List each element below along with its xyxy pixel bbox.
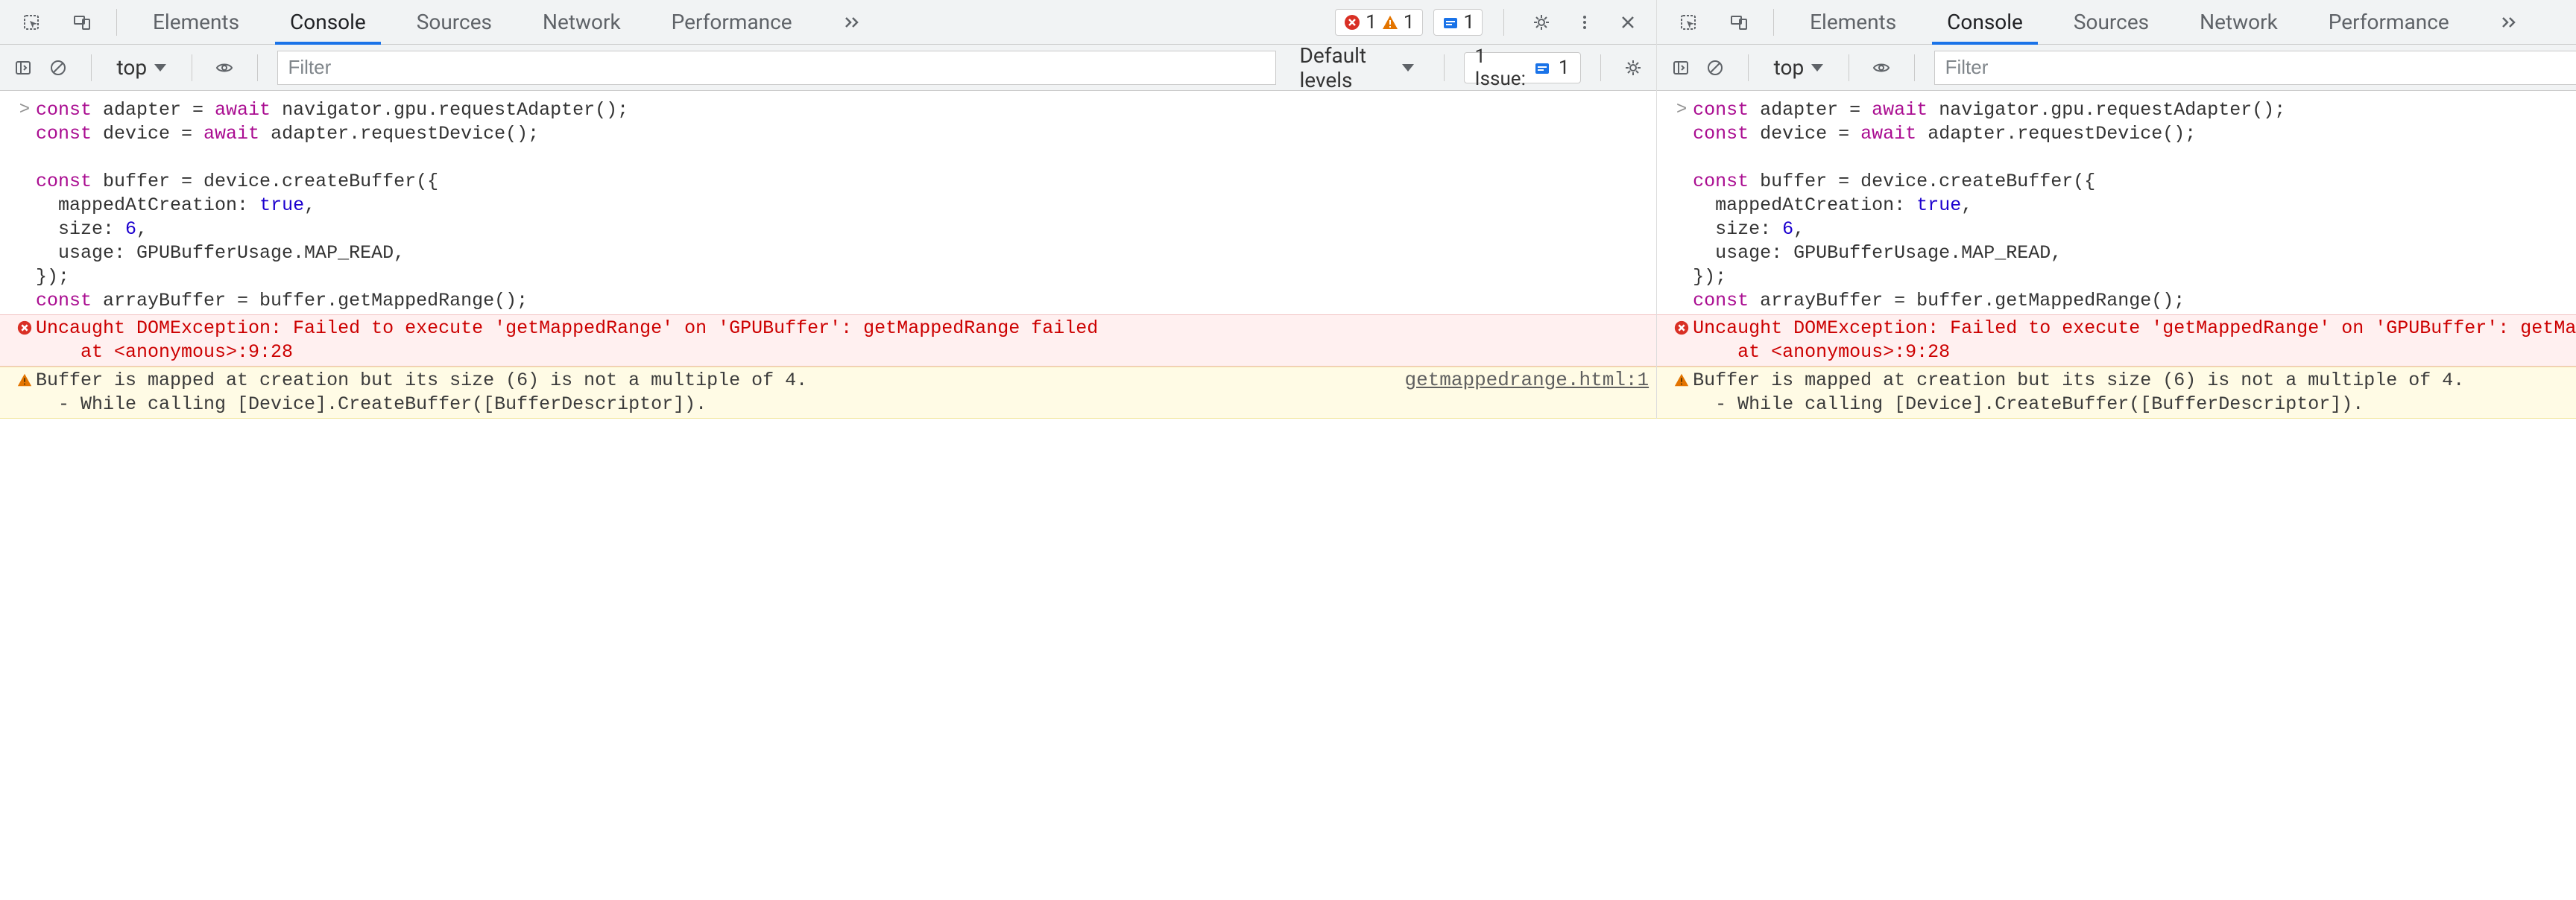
issues-label: 1 Issue: bbox=[1475, 45, 1526, 90]
live-expression-button[interactable] bbox=[212, 51, 238, 84]
tab-overflow[interactable] bbox=[818, 0, 886, 44]
error-count-badge[interactable]: 1 1 bbox=[1335, 9, 1422, 36]
warning-icon bbox=[13, 369, 36, 388]
console-warning-row[interactable]: Buffer is mapped at creation but its siz… bbox=[1657, 367, 2576, 419]
device-toolbar-button[interactable] bbox=[66, 6, 98, 39]
prompt-icon: > bbox=[13, 98, 36, 122]
toggle-sidebar-button[interactable] bbox=[1667, 51, 1693, 84]
console-error-row[interactable]: Uncaught DOMException: Failed to execute… bbox=[1657, 314, 2576, 367]
info-icon bbox=[1442, 13, 1459, 31]
issues-count: 1 bbox=[1559, 57, 1570, 79]
console-output: > const adapter = await navigator.gpu.re… bbox=[0, 91, 1656, 419]
tab-label: Elements bbox=[1810, 10, 1896, 34]
tab-elements[interactable]: Elements bbox=[1784, 0, 1922, 44]
levels-label: Default levels bbox=[1300, 43, 1395, 92]
divider bbox=[1773, 9, 1774, 36]
console-input-row[interactable]: > const adapter = await navigator.gpu.re… bbox=[1657, 97, 2576, 314]
tab-elements[interactable]: Elements bbox=[127, 0, 265, 44]
device-toolbar-button[interactable] bbox=[1723, 6, 1755, 39]
tab-label: Network bbox=[2200, 10, 2278, 34]
tab-performance[interactable]: Performance bbox=[2303, 0, 2475, 44]
chevron-down-icon bbox=[1811, 64, 1823, 72]
tab-overflow[interactable] bbox=[2475, 0, 2543, 44]
tab-sources[interactable]: Sources bbox=[2048, 0, 2174, 44]
main-tabbar: Elements Console Sources Network Perform… bbox=[1657, 0, 2576, 45]
info-count-badge[interactable]: 1 bbox=[1433, 9, 1483, 36]
tab-network[interactable]: Network bbox=[517, 0, 646, 44]
console-error-row[interactable]: Uncaught DOMException: Failed to execute… bbox=[0, 314, 1656, 367]
execution-context-select[interactable]: top bbox=[110, 55, 172, 80]
inspect-element-button[interactable] bbox=[15, 6, 48, 39]
inspect-element-button[interactable] bbox=[1672, 6, 1705, 39]
close-devtools-button[interactable] bbox=[1611, 6, 1644, 39]
panel-tabs: Elements Console Sources Network Perform… bbox=[1784, 0, 2543, 44]
tab-label: Console bbox=[1947, 10, 2023, 34]
tab-console[interactable]: Console bbox=[265, 0, 391, 44]
devtools-panel-right: Elements Console Sources Network Perform… bbox=[1657, 0, 2576, 419]
divider bbox=[1914, 54, 1915, 81]
settings-button[interactable] bbox=[1525, 6, 1558, 39]
kebab-menu-button[interactable] bbox=[1568, 6, 1601, 39]
error-icon bbox=[13, 317, 36, 336]
code-block: const adapter = await navigator.gpu.requ… bbox=[36, 98, 1649, 313]
error-icon bbox=[1343, 13, 1361, 31]
divider bbox=[257, 54, 258, 81]
code-block: const adapter = await navigator.gpu.requ… bbox=[1693, 98, 2576, 313]
tab-label: Performance bbox=[672, 10, 792, 34]
live-expression-button[interactable] bbox=[1869, 51, 1895, 84]
console-warning-row[interactable]: Buffer is mapped at creation but its siz… bbox=[0, 367, 1656, 419]
source-link[interactable]: getmappedrange.html:1 bbox=[1374, 369, 1649, 391]
console-output: > const adapter = await navigator.gpu.re… bbox=[1657, 91, 2576, 419]
tab-label: Elements bbox=[153, 10, 239, 34]
console-toolbar: top Default levels 1 Issue: 1 bbox=[1657, 45, 2576, 91]
filter-input[interactable] bbox=[1934, 51, 2576, 85]
warning-message: Buffer is mapped at creation but its siz… bbox=[1693, 369, 2576, 416]
warning-count: 1 bbox=[1404, 11, 1415, 34]
tab-label: Network bbox=[543, 10, 621, 34]
tab-network[interactable]: Network bbox=[2174, 0, 2303, 44]
divider bbox=[1748, 54, 1749, 81]
divider bbox=[1600, 54, 1601, 81]
error-count: 1 bbox=[1366, 11, 1377, 34]
issues-button[interactable]: 1 Issue: 1 bbox=[1464, 52, 1581, 83]
console-toolbar: top Default levels 1 Issue: 1 bbox=[0, 45, 1656, 91]
console-settings-button[interactable] bbox=[1620, 51, 1646, 84]
clear-console-button[interactable] bbox=[1702, 51, 1729, 84]
context-label: top bbox=[116, 55, 147, 80]
chevron-down-icon bbox=[154, 64, 166, 72]
chevron-down-icon bbox=[1402, 64, 1414, 72]
warning-icon bbox=[1670, 369, 1693, 388]
devtools-panel-left: Elements Console Sources Network Perform… bbox=[0, 0, 1657, 419]
context-label: top bbox=[1774, 55, 1805, 80]
divider bbox=[91, 54, 92, 81]
tab-label: Sources bbox=[417, 10, 492, 34]
divider bbox=[1503, 9, 1504, 36]
tab-label: Performance bbox=[2329, 10, 2449, 34]
info-count: 1 bbox=[1464, 11, 1475, 34]
tab-label: Sources bbox=[2074, 10, 2149, 34]
info-icon bbox=[1533, 59, 1551, 77]
tab-sources[interactable]: Sources bbox=[391, 0, 517, 44]
filter-input[interactable] bbox=[277, 51, 1276, 85]
clear-console-button[interactable] bbox=[45, 51, 72, 84]
panel-tabs: Elements Console Sources Network Perform… bbox=[127, 0, 886, 44]
main-tabbar: Elements Console Sources Network Perform… bbox=[0, 0, 1656, 45]
tab-performance[interactable]: Performance bbox=[646, 0, 818, 44]
warning-icon bbox=[1381, 13, 1399, 31]
log-levels-select[interactable]: Default levels bbox=[1289, 43, 1424, 92]
prompt-icon: > bbox=[1670, 98, 1693, 122]
divider bbox=[116, 9, 117, 36]
console-input-row[interactable]: > const adapter = await navigator.gpu.re… bbox=[0, 97, 1656, 314]
divider bbox=[1444, 54, 1445, 81]
execution-context-select[interactable]: top bbox=[1768, 55, 1830, 80]
tab-console[interactable]: Console bbox=[1922, 0, 2048, 44]
error-message: Uncaught DOMException: Failed to execute… bbox=[1693, 317, 2576, 364]
toggle-sidebar-button[interactable] bbox=[10, 51, 37, 84]
error-icon bbox=[1670, 317, 1693, 336]
warning-message: Buffer is mapped at creation but its siz… bbox=[36, 369, 1374, 416]
tab-label: Console bbox=[290, 10, 366, 34]
error-message: Uncaught DOMException: Failed to execute… bbox=[36, 317, 1649, 364]
